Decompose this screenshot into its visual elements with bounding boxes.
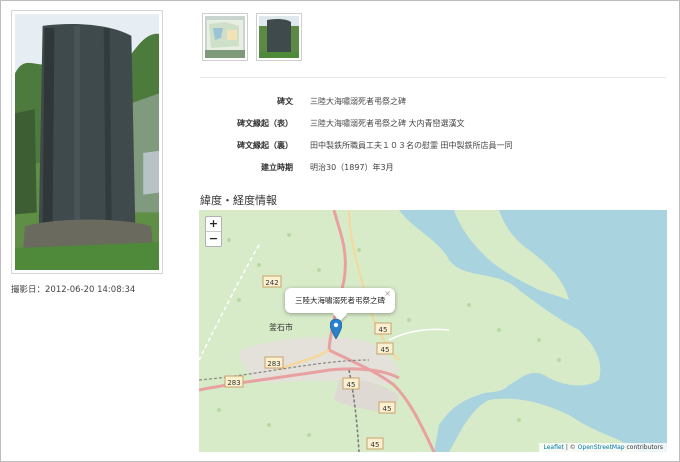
divider: [200, 77, 666, 78]
info-row-inscription: 碑文 三陸大海嘯溺死者弔祭之碑: [200, 90, 666, 112]
route-242-label: 242: [265, 279, 278, 287]
location-map[interactable]: 242 283 283 45 45 45 45 45 釜石市 + − × 三陸大…: [199, 210, 667, 452]
monument-photo[interactable]: [11, 10, 163, 274]
route-45-label-3: 45: [347, 381, 356, 389]
map-tiles[interactable]: 242 283 283 45 45 45 45 45 釜石市: [199, 210, 667, 452]
monument-photo-image: [15, 14, 159, 270]
map-sign-thumbnail-image: [205, 16, 245, 58]
info-row-erected: 建立時期 明治30（1897）年3月: [200, 156, 666, 178]
info-value: 三陸大海嘯溺死者弔祭之碑: [310, 96, 406, 106]
place-label-kamaishi: 釜石市: [269, 322, 293, 332]
photo-caption: 撮影日：2012-06-20 14:08:34: [11, 283, 135, 295]
map-attribution: Leaflet | © OpenStreetMap contributors: [539, 443, 667, 452]
zoom-out-button[interactable]: −: [206, 231, 221, 246]
leaflet-link[interactable]: Leaflet: [543, 444, 563, 451]
route-283-label-west: 283: [227, 379, 240, 387]
zoom-in-button[interactable]: +: [206, 217, 221, 231]
attribution-separator: | ©: [563, 444, 578, 451]
map-section-title: 緯度・経度情報: [200, 194, 277, 207]
zoom-control: + −: [205, 216, 222, 247]
route-45-label-2: 45: [381, 346, 390, 354]
info-key: 碑文縁起（裏）: [237, 140, 293, 150]
info-row-origin-front: 碑文縁起（表） 三陸大海嘯溺死者弔祭之碑 大内青巒選漢文: [200, 112, 666, 134]
inscription-info-table: 碑文 三陸大海嘯溺死者弔祭之碑 碑文縁起（表） 三陸大海嘯溺死者弔祭之碑 大内青…: [200, 90, 666, 178]
caption-date: 2012-06-20 14:08:34: [45, 285, 136, 295]
info-value: 三陸大海嘯溺死者弔祭之碑 大内青巒選漢文: [310, 118, 465, 128]
info-value: 田中製鉄所職員工夫１０３名の慰霊 田中製鉄所店員一同: [310, 140, 513, 150]
map-sign-thumbnail[interactable]: [202, 13, 248, 61]
info-key: 建立時期: [261, 162, 293, 172]
monument-thumbnail-image: [259, 16, 299, 58]
route-45-label-4: 45: [383, 405, 392, 413]
info-row-origin-back: 碑文縁起（裏） 田中製鉄所職員工夫１０３名の慰霊 田中製鉄所店員一同: [200, 134, 666, 156]
popup-text: 三陸大海嘯溺死者弔祭之碑: [295, 296, 385, 305]
caption-label: 撮影日：: [11, 285, 46, 295]
osm-link[interactable]: OpenStreetMap: [578, 444, 625, 451]
monument-thumbnail[interactable]: [256, 13, 302, 61]
route-45-label-1: 45: [379, 326, 388, 334]
info-key: 碑文: [277, 96, 293, 106]
map-popup: × 三陸大海嘯溺死者弔祭之碑: [285, 288, 395, 322]
attribution-suffix: contributors: [624, 444, 664, 451]
route-45-label-5: 45: [371, 441, 380, 449]
route-283-label-center: 283: [267, 360, 280, 368]
map-marker-icon[interactable]: [330, 319, 342, 339]
info-value: 明治30（1897）年3月: [310, 162, 394, 172]
popup-close-button[interactable]: ×: [384, 289, 391, 298]
info-key: 碑文縁起（表）: [237, 118, 293, 128]
